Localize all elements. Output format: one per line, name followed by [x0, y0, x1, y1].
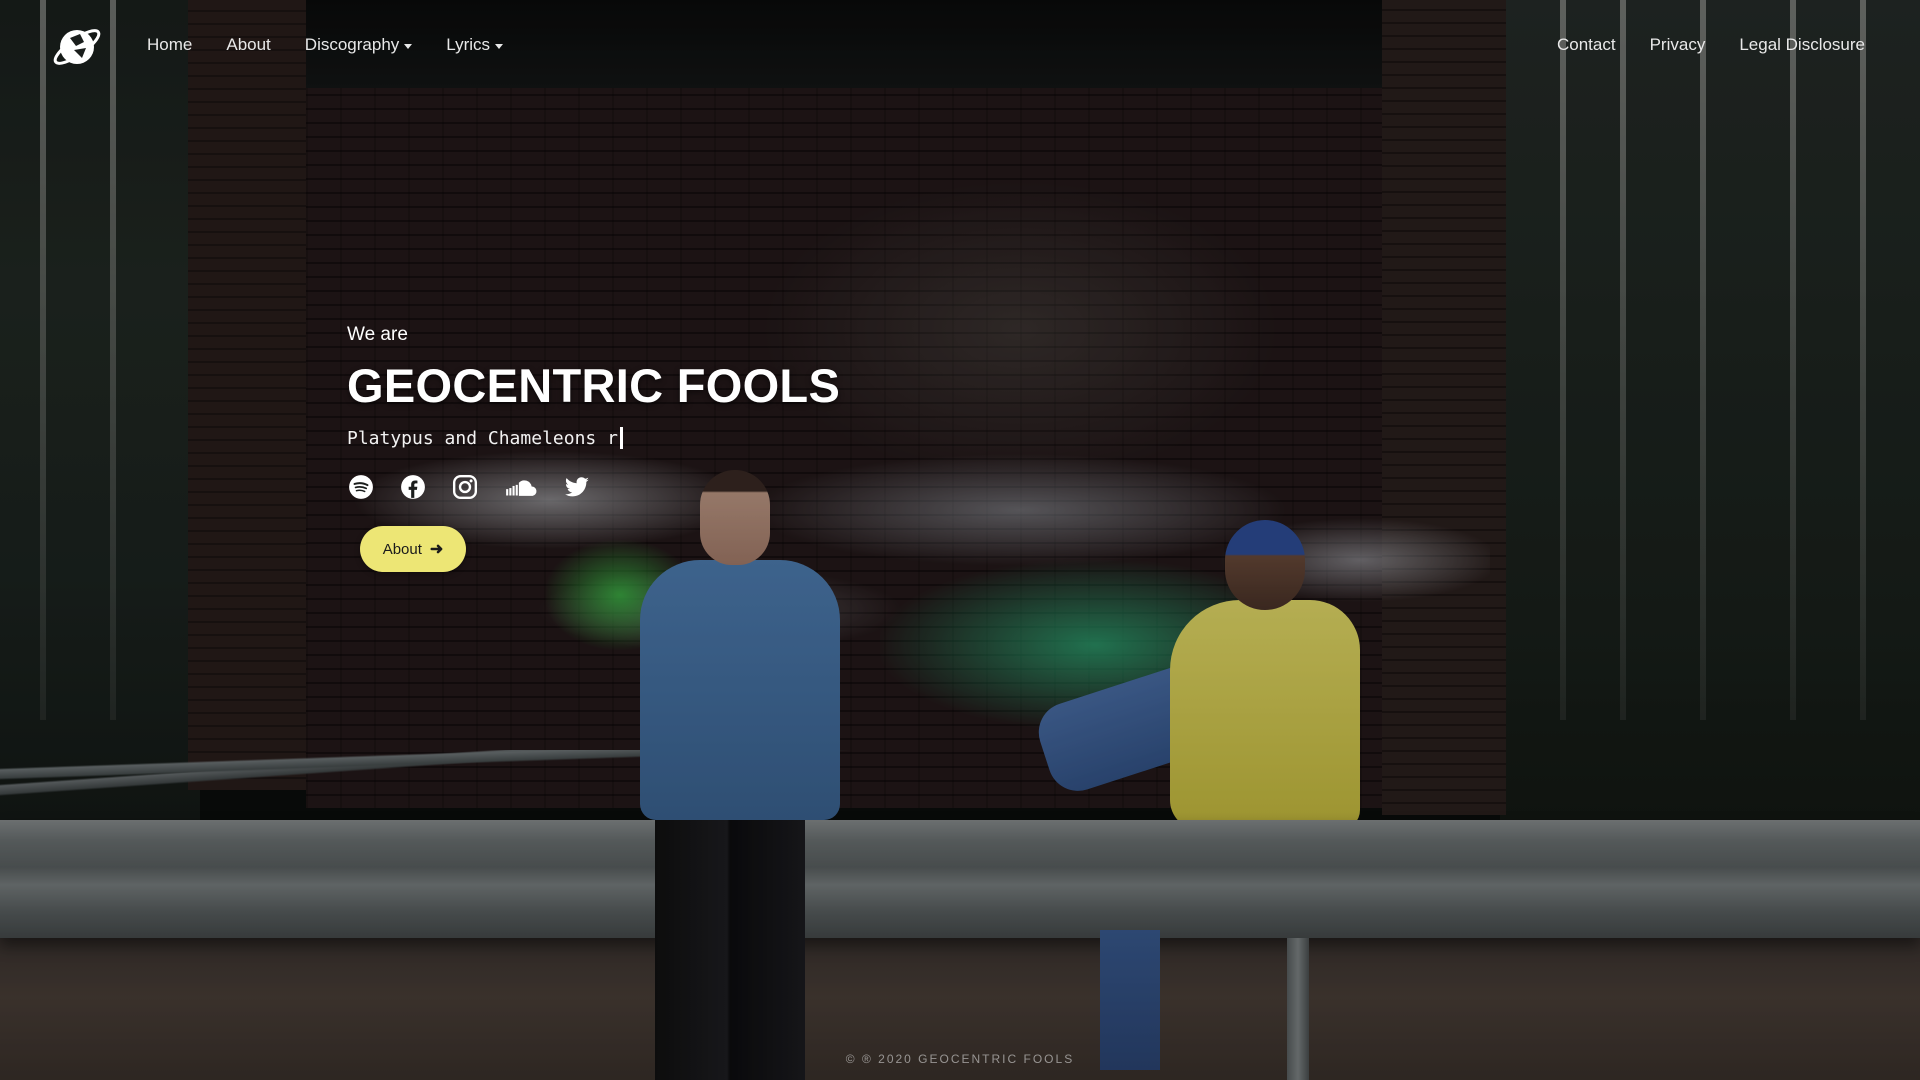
- band-title: GEOCENTRIC FOOLS: [347, 359, 841, 412]
- nav-home[interactable]: Home: [147, 35, 192, 55]
- footer-copyright: © ® 2020 GEOCENTRIC FOOLS: [845, 1052, 1075, 1066]
- nav-discography-dropdown[interactable]: Discography: [305, 35, 413, 55]
- typed-tagline: Platypus and Chameleons r: [347, 427, 1047, 449]
- typed-text: Platypus and Chameleons r: [347, 427, 618, 449]
- hero-kicker: We are: [347, 324, 408, 345]
- nav-lyrics-dropdown[interactable]: Lyrics: [446, 35, 504, 55]
- nav-contact[interactable]: Contact: [1557, 35, 1616, 55]
- caret-down-icon: [495, 43, 504, 49]
- nav-privacy[interactable]: Privacy: [1650, 35, 1706, 55]
- nav-legal-disclosure[interactable]: Legal Disclosure: [1739, 35, 1865, 55]
- social-links: [347, 473, 1047, 501]
- twitter-icon[interactable]: [563, 473, 591, 501]
- soundcloud-icon[interactable]: [503, 473, 539, 501]
- about-button[interactable]: About ➜: [360, 526, 466, 572]
- arrow-right-icon: ➜: [429, 541, 444, 558]
- navbar: Home About Discography Lyrics Contact Pr…: [0, 0, 1920, 94]
- nav-right: Contact Privacy Legal Disclosure: [1557, 35, 1865, 55]
- typing-cursor: [619, 427, 623, 449]
- about-button-label: About: [382, 540, 422, 558]
- nav-left: Home About Discography Lyrics: [147, 35, 537, 55]
- nav-about[interactable]: About: [226, 35, 270, 55]
- instagram-icon[interactable]: [451, 473, 479, 501]
- caret-down-icon: [404, 43, 413, 49]
- hero: We are GEOCENTRIC FOOLS Platypus and Cha…: [347, 324, 1047, 572]
- planet-logo-icon[interactable]: [50, 20, 104, 74]
- facebook-icon[interactable]: [399, 473, 427, 501]
- spotify-icon[interactable]: [347, 473, 375, 501]
